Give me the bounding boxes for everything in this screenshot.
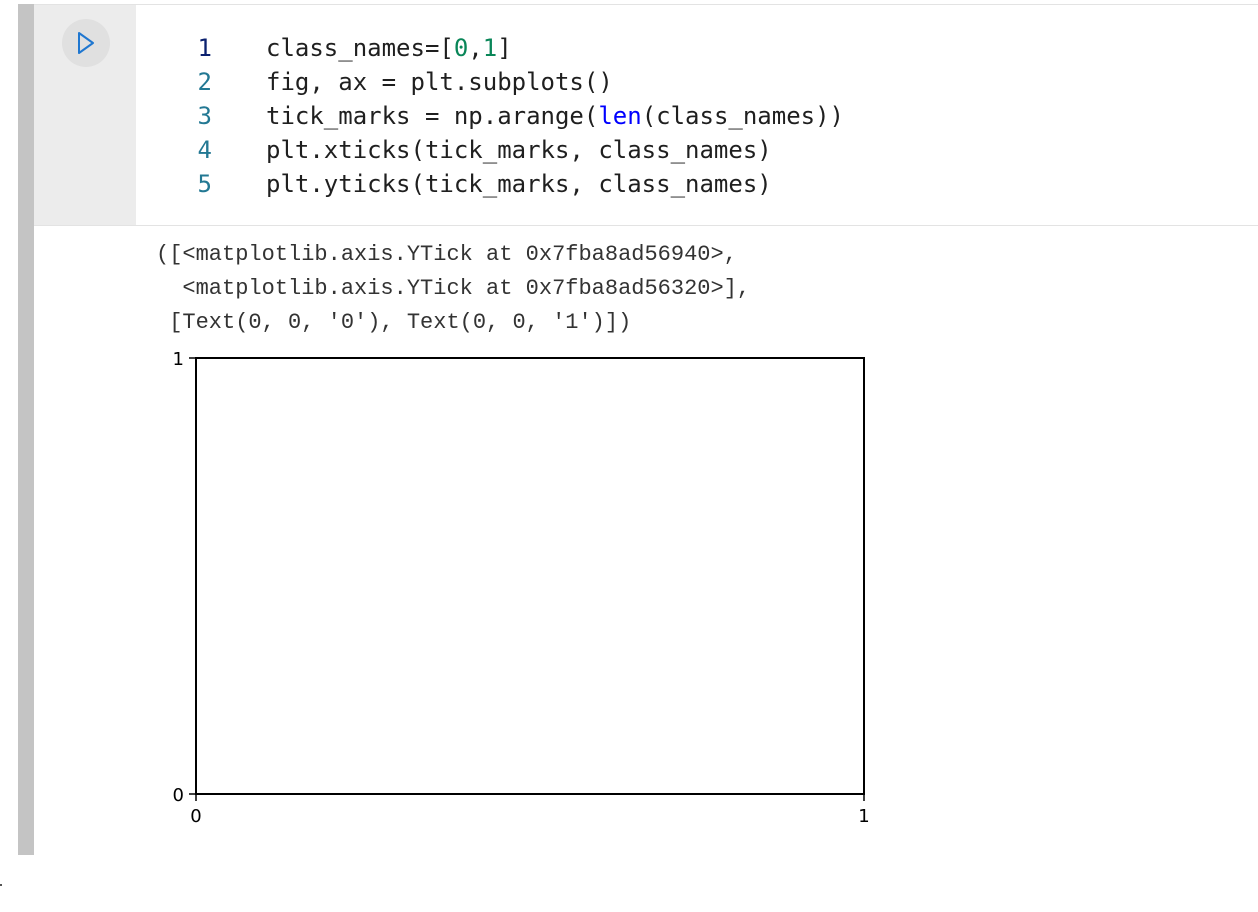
code-token: (class_names)) <box>641 102 844 130</box>
stray-dot <box>0 884 2 886</box>
code-token: len <box>598 102 642 130</box>
line-number: 2 <box>197 68 212 96</box>
code-token: ] <box>497 34 512 62</box>
code-token: tick_marks = np.arange( <box>266 102 599 130</box>
code-token: 1 <box>482 34 498 62</box>
code-editor[interactable]: 1 class_names=[0,1] 2 fig, ax = plt.subplot… <box>34 4 1258 226</box>
line-code[interactable]: class_names=[0,1] <box>266 31 512 65</box>
line-code[interactable]: tick_marks = np.arange(len(class_names)) <box>266 99 844 133</box>
notebook-cell: 1 class_names=[0,1] 2 fig, ax = plt.subplot… <box>0 0 1258 912</box>
line-number: 5 <box>197 170 212 198</box>
cell-selection-bar[interactable] <box>18 4 34 855</box>
run-cell-button[interactable] <box>62 19 110 67</box>
line-code[interactable]: plt.xticks(tick_marks, class_names) <box>266 133 772 167</box>
empty-plot: 0 1 0 1 <box>173 349 870 827</box>
code-line[interactable]: 4 plt.xticks(tick_marks, class_names) <box>136 133 1258 167</box>
play-triangle-icon <box>78 32 94 54</box>
code-token: fig, ax = plt.subplots() <box>266 68 613 96</box>
code-token: 0 <box>453 34 469 62</box>
line-code[interactable]: plt.yticks(tick_marks, class_names) <box>266 167 772 201</box>
line-number: 4 <box>197 136 212 164</box>
code-line[interactable]: 2 fig, ax = plt.subplots() <box>136 65 1258 99</box>
cell-output-text: ([<matplotlib.axis.YTick at 0x7fba8ad569… <box>156 238 750 340</box>
code-token: plt.xticks(tick_marks, class_names) <box>266 136 772 164</box>
output-line: [Text(0, 0, '0'), Text(0, 0, '1')]) <box>156 310 632 335</box>
cell-gutter <box>34 5 136 225</box>
output-line: <matplotlib.axis.YTick at 0x7fba8ad56320… <box>156 276 751 301</box>
code-line[interactable]: 3 tick_marks = np.arange(len(class_names)… <box>136 99 1258 133</box>
code-line[interactable]: 5 plt.yticks(tick_marks, class_names) <box>136 167 1258 201</box>
code-token: plt.yticks(tick_marks, class_names) <box>266 170 772 198</box>
code-line[interactable]: 1 class_names=[0,1] <box>136 31 1258 65</box>
line-code[interactable]: fig, ax = plt.subplots() <box>266 65 613 99</box>
axes-frame <box>195 357 865 795</box>
code-token: , <box>468 34 483 62</box>
output-line: ([<matplotlib.axis.YTick at 0x7fba8ad569… <box>156 242 737 267</box>
y-tick-label: 1 <box>173 349 184 370</box>
code-token: class_names=[ <box>266 34 454 62</box>
code-lines[interactable]: 1 class_names=[0,1] 2 fig, ax = plt.subplot… <box>136 31 1258 201</box>
x-tick-label: 0 <box>190 806 201 827</box>
y-tick-label: 0 <box>173 785 184 806</box>
line-number: 1 <box>197 34 212 62</box>
line-number: 3 <box>197 102 212 130</box>
x-tick-label: 1 <box>858 806 869 827</box>
